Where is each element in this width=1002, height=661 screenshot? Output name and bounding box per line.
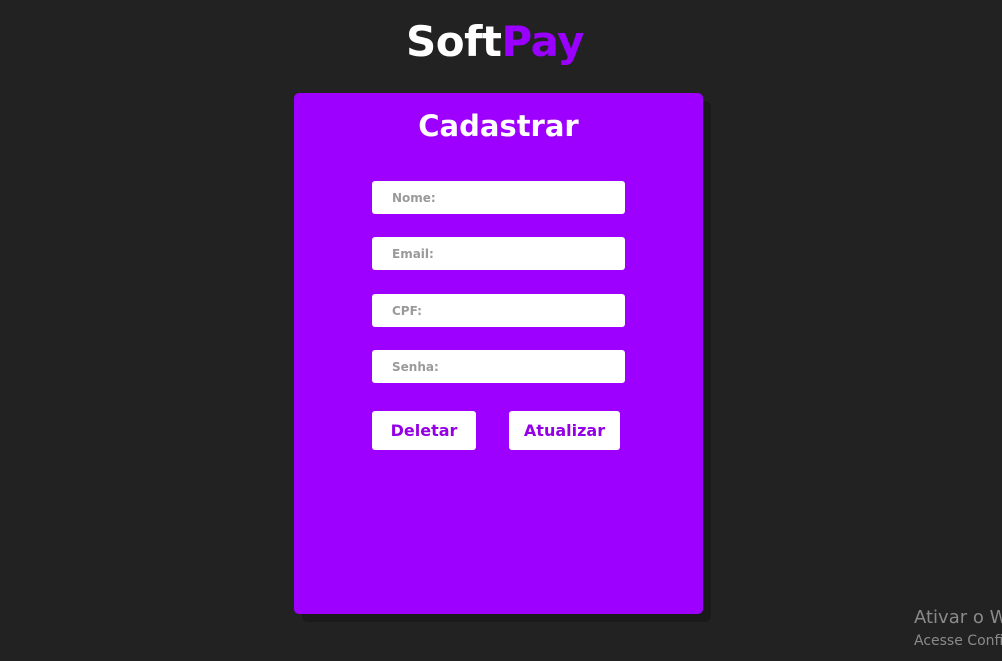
delete-button[interactable]: Deletar [372,411,476,450]
name-input[interactable] [372,181,625,214]
password-input[interactable] [372,350,625,383]
watermark-line-2: Acesse Config [914,633,1002,649]
update-button[interactable]: Atualizar [509,411,620,450]
register-card: Cadastrar Deletar Atualizar [294,93,703,614]
logo-text-soft: Soft [405,17,502,66]
email-input[interactable] [372,237,625,270]
watermark-line-1: Ativar o W [914,607,1002,628]
card-title: Cadastrar [418,109,579,143]
page: SoftPay Cadastrar Deletar Atualizar Ativ… [0,0,1002,661]
logo: SoftPay [0,16,990,68]
logo-text-pay: Pay [501,17,585,66]
cpf-input[interactable] [372,294,625,327]
activation-watermark: Ativar o W Acesse Config [914,606,1002,652]
